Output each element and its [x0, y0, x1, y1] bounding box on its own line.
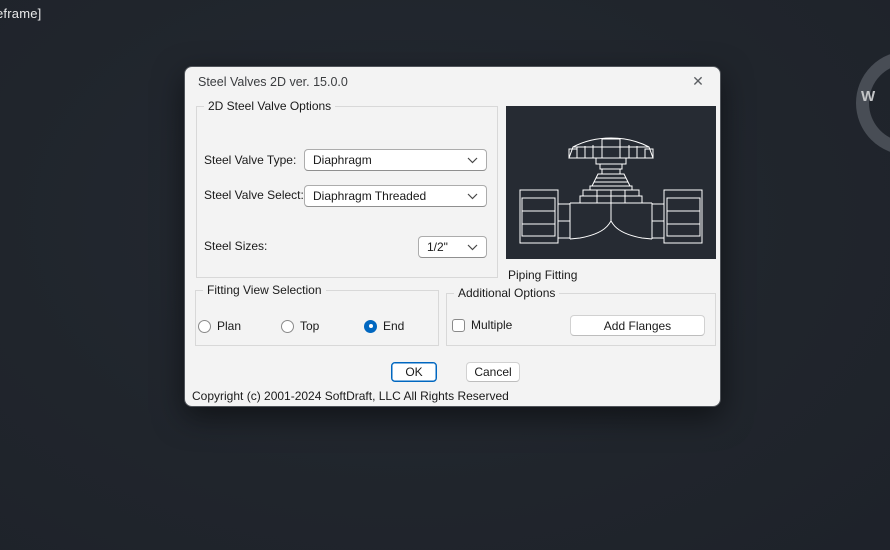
chevron-down-icon [467, 193, 478, 200]
viewport-style-label[interactable]: eframe] [0, 6, 41, 21]
steel-sizes-label: Steel Sizes: [204, 239, 267, 253]
fitting-view-group-label: Fitting View Selection [203, 283, 326, 297]
valve-wireframe-drawing [506, 106, 716, 259]
app-canvas: { "canvas": { "viewport_label_fragment":… [0, 0, 890, 550]
preview-caption: Piping Fitting [508, 268, 577, 282]
radio-top[interactable]: Top [281, 319, 319, 333]
steel-sizes-dropdown[interactable]: 1/2" [418, 236, 487, 258]
valve-select-label: Steel Valve Select: [204, 188, 304, 202]
cancel-button[interactable]: Cancel [466, 362, 520, 382]
steel-sizes-value: 1/2" [427, 240, 448, 254]
valve-type-value: Diaphragm [313, 153, 372, 167]
radio-top-circle[interactable] [281, 320, 294, 333]
ok-button[interactable]: OK [391, 362, 437, 382]
radio-plan-label: Plan [217, 319, 241, 333]
radio-plan[interactable]: Plan [198, 319, 241, 333]
valve-select-dropdown[interactable]: Diaphragm Threaded [304, 185, 487, 207]
add-flanges-button[interactable]: Add Flanges [570, 315, 705, 336]
fitting-view-group: Fitting View Selection [195, 290, 439, 346]
valve-preview-image [506, 106, 716, 259]
radio-top-label: Top [300, 319, 319, 333]
chevron-down-icon [467, 244, 478, 251]
steel-valves-dialog: Steel Valves 2D ver. 15.0.0 ✕ 2D Steel V… [184, 66, 721, 407]
compass-west-label[interactable]: W [861, 88, 875, 105]
multiple-checkbox[interactable]: Multiple [452, 318, 512, 332]
chevron-down-icon [467, 157, 478, 164]
valve-type-dropdown[interactable]: Diaphragm [304, 149, 487, 171]
radio-end-label: End [383, 319, 404, 333]
multiple-checkbox-label: Multiple [471, 318, 512, 332]
additional-options-group-label: Additional Options [454, 286, 559, 300]
dialog-title: Steel Valves 2D ver. 15.0.0 [198, 75, 348, 89]
radio-end[interactable]: End [364, 319, 404, 333]
valve-type-label: Steel Valve Type: [204, 153, 296, 167]
valve-options-group-label: 2D Steel Valve Options [204, 99, 335, 113]
valve-select-value: Diaphragm Threaded [313, 189, 426, 203]
copyright-text: Copyright (c) 2001-2024 SoftDraft, LLC A… [192, 389, 509, 403]
radio-plan-circle[interactable] [198, 320, 211, 333]
multiple-checkbox-box[interactable] [452, 319, 465, 332]
close-icon[interactable]: ✕ [689, 72, 707, 90]
radio-end-circle[interactable] [364, 320, 377, 333]
